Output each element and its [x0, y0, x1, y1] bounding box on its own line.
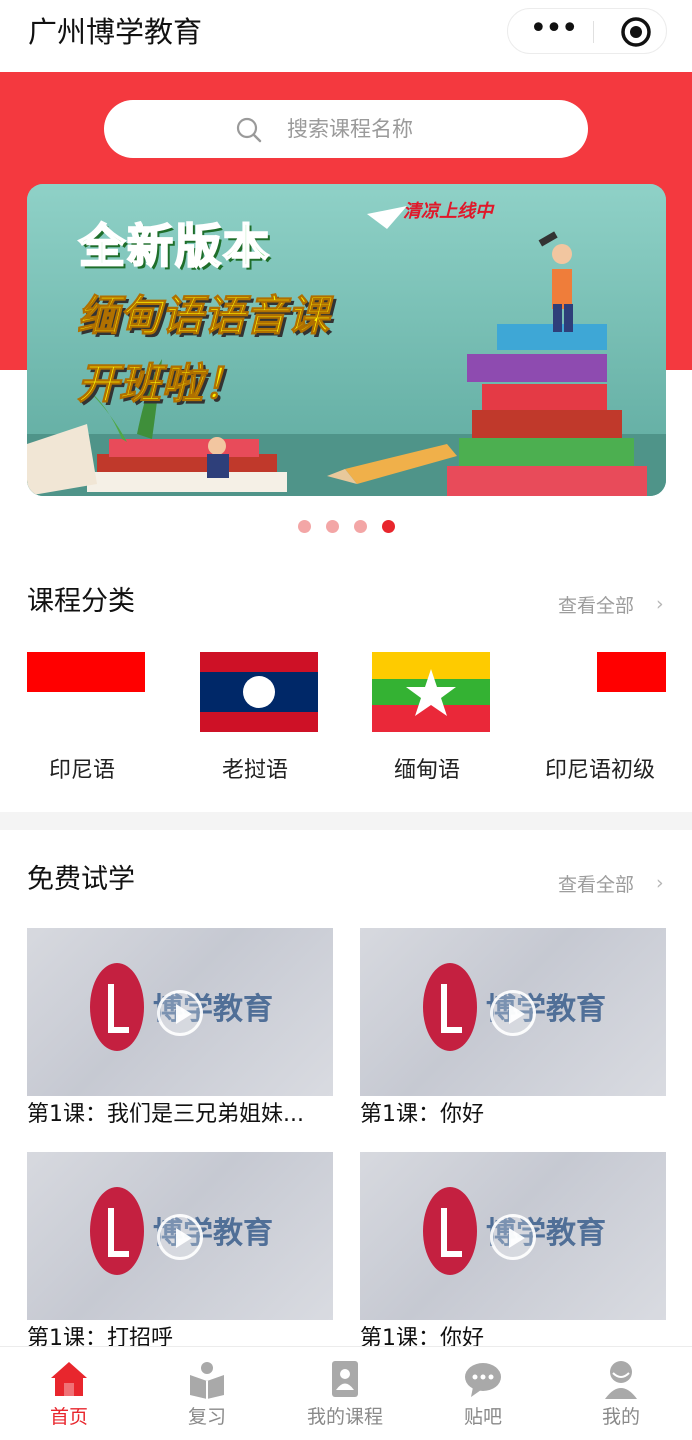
play-icon — [157, 990, 203, 1036]
video-thumbnail: 博学教育 — [27, 1152, 333, 1320]
chevron-right-icon: › — [656, 593, 664, 615]
tab-label: 首页 — [49, 1406, 88, 1428]
tab-home[interactable]: 首页 — [0, 1347, 138, 1440]
nav-bar: 广州博学教育 ••• — [0, 0, 692, 72]
brand-logo-icon — [423, 1187, 477, 1275]
pagination-dot[interactable] — [354, 520, 367, 533]
pagination-dot-active[interactable] — [382, 520, 395, 533]
trial-card[interactable]: 博学教育 第1课：你好 — [360, 928, 666, 1134]
pagination-dot[interactable] — [326, 520, 339, 533]
mini-program-capsule: ••• — [507, 8, 667, 54]
tab-my-courses[interactable]: 我的课程 — [276, 1347, 414, 1440]
bottom-tab-bar: 首页 复习 我的课程 贴吧 我的 — [0, 1346, 692, 1440]
categories-view-all[interactable]: 查看全部 — [558, 592, 634, 620]
search-icon — [236, 117, 262, 143]
lesson-title: 第1课：你好 — [360, 1102, 484, 1127]
video-thumbnail: 博学教育 — [360, 1152, 666, 1320]
trial-card[interactable]: 博学教育 第1课：你好 — [360, 1152, 666, 1346]
tab-label: 复习 — [187, 1406, 226, 1428]
category-item-lao[interactable]: 老挝语 — [200, 652, 340, 783]
lesson-title: 第1课：我们是三兄弟姐妹... — [27, 1102, 304, 1127]
video-thumbnail: 博学教育 — [360, 928, 666, 1096]
trial-card[interactable]: 博学教育 第1课：我们是三兄弟姐妹... — [27, 928, 333, 1134]
category-item-indonesian-beginner[interactable]: 印尼语初级 — [545, 652, 692, 783]
tab-label: 我的课程 — [306, 1406, 383, 1428]
close-target-icon[interactable] — [620, 16, 652, 48]
tab-label: 贴吧 — [463, 1406, 502, 1428]
play-icon — [490, 990, 536, 1036]
video-thumbnail: 博学教育 — [27, 928, 333, 1096]
indonesia-flag-icon — [27, 652, 145, 732]
pagination-dot[interactable] — [298, 520, 311, 533]
search-placeholder: 搜索课程名称 — [287, 117, 413, 141]
category-label: 印尼语 — [49, 758, 116, 783]
category-label: 老挝语 — [222, 758, 289, 783]
categories-title: 课程分类 — [27, 586, 135, 617]
banner-tag: 清凉上线中 — [403, 201, 493, 222]
category-item-indonesian[interactable]: 印尼语 — [27, 652, 167, 783]
category-item-burmese[interactable]: 缅甸语 — [372, 652, 512, 783]
tab-profile[interactable]: 我的 — [552, 1347, 690, 1440]
indonesia-flag-icon — [597, 652, 666, 732]
category-label: 缅甸语 — [394, 758, 461, 783]
capsule-divider — [593, 21, 594, 43]
section-divider — [0, 812, 692, 830]
lesson-title: 第1课：你好 — [360, 1326, 484, 1346]
brand-logo-icon — [90, 963, 144, 1051]
tab-label: 我的 — [601, 1406, 640, 1428]
tab-review[interactable]: 复习 — [138, 1347, 276, 1440]
play-icon — [490, 1214, 536, 1260]
free-trial-title: 免费试学 — [27, 864, 135, 895]
lesson-title: 第1课：打招呼 — [27, 1326, 173, 1346]
free-trial-view-all[interactable]: 查看全部 — [558, 871, 634, 899]
tab-forum[interactable]: 贴吧 — [414, 1347, 552, 1440]
app-title: 广州博学教育 — [28, 15, 203, 49]
more-menu-button[interactable]: ••• — [528, 9, 578, 53]
chevron-right-icon: › — [656, 872, 664, 894]
my-courses-icon — [332, 1361, 358, 1397]
myanmar-flag-icon — [372, 652, 490, 732]
profile-icon — [605, 1361, 637, 1399]
brand-logo-icon — [423, 963, 477, 1051]
promo-banner[interactable]: 全新版本 缅甸语语音课 开班啦！ 清凉上线中 — [27, 184, 666, 496]
banner-line-3: 开班啦！ — [76, 359, 246, 409]
play-icon — [157, 1214, 203, 1260]
banner-headline: 全新版本 — [78, 218, 271, 274]
trial-card[interactable]: 博学教育 第1课：打招呼 — [27, 1152, 333, 1346]
brand-logo-icon — [90, 1187, 144, 1275]
banner-line-2: 缅甸语语音课 — [76, 291, 330, 341]
laos-flag-icon — [200, 652, 318, 732]
category-label: 印尼语初级 — [545, 758, 656, 783]
home-icon — [51, 1362, 87, 1396]
forum-icon — [465, 1363, 501, 1397]
review-icon — [190, 1362, 224, 1399]
